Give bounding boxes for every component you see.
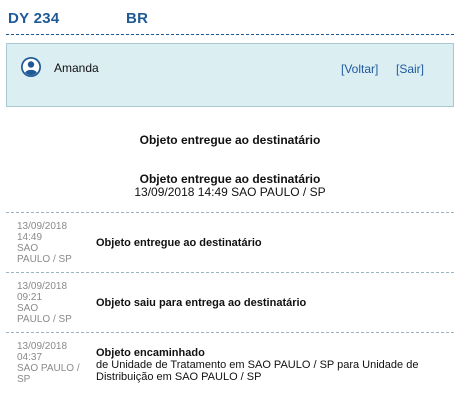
event-list: 13/09/2018 14:49 SAO PAULO / SP Objeto e…: [6, 212, 454, 401]
status-summary: Objeto entregue ao destinatário 13/09/20…: [0, 173, 460, 199]
event-time: 09:21: [17, 292, 43, 303]
user-panel: Amanda [Voltar] [Sair]: [6, 43, 454, 107]
event-row: 13/09/2018 04:37 SAO PAULO / SP Objeto e…: [6, 332, 454, 401]
event-city: SAO: [17, 243, 39, 254]
event-date: 13/09/2018: [17, 281, 68, 292]
event-description: Objeto entregue ao destinatário: [96, 237, 262, 249]
event-description: Objeto saiu para entrega ao destinatário: [96, 297, 306, 309]
event-row: 13/09/2018 09:21 SAO PAULO / SP Objeto s…: [6, 272, 454, 332]
event-title: Objeto entregue ao destinatário: [96, 237, 262, 249]
event-meta: 13/09/2018 09:21 SAO PAULO / SP: [17, 281, 89, 325]
event-meta: 13/09/2018 04:37 SAO PAULO / SP: [17, 341, 89, 385]
logout-link[interactable]: [Sair]: [396, 62, 424, 76]
event-time: 14:49: [17, 232, 43, 243]
summary-detail: 13/09/2018 14:49 SAO PAULO / SP: [134, 185, 326, 199]
event-date: 13/09/2018: [17, 221, 68, 232]
event-description: Objeto encaminhado de Unidade de Tratame…: [96, 347, 436, 383]
event-meta: 13/09/2018 14:49 SAO PAULO / SP: [17, 221, 89, 265]
event-city: PAULO / SP: [17, 314, 72, 325]
status-title: Objeto entregue ao destinatário: [139, 133, 321, 147]
event-city: SAO: [17, 303, 39, 314]
user-name: Amanda: [54, 61, 99, 75]
event-title: Objeto saiu para entrega ao destinatário: [96, 297, 307, 309]
tracking-header: DY 234 BR: [6, 9, 454, 35]
event-city: PAULO / SP: [17, 254, 72, 265]
user-circle-icon: [20, 56, 42, 78]
event-date: 13/09/2018: [17, 341, 68, 352]
tracking-code: DY 234: [8, 10, 60, 27]
country-code: BR: [126, 10, 149, 27]
event-title: Objeto encaminhado: [96, 347, 205, 359]
event-row: 13/09/2018 14:49 SAO PAULO / SP Objeto e…: [6, 212, 454, 272]
event-city: SAO PAULO /: [17, 363, 80, 374]
back-link[interactable]: [Voltar]: [341, 62, 378, 76]
event-detail: de Unidade de Tratamento em SAO PAULO / …: [96, 359, 419, 383]
event-time: 04:37: [17, 352, 43, 363]
event-city: SP: [17, 374, 31, 385]
